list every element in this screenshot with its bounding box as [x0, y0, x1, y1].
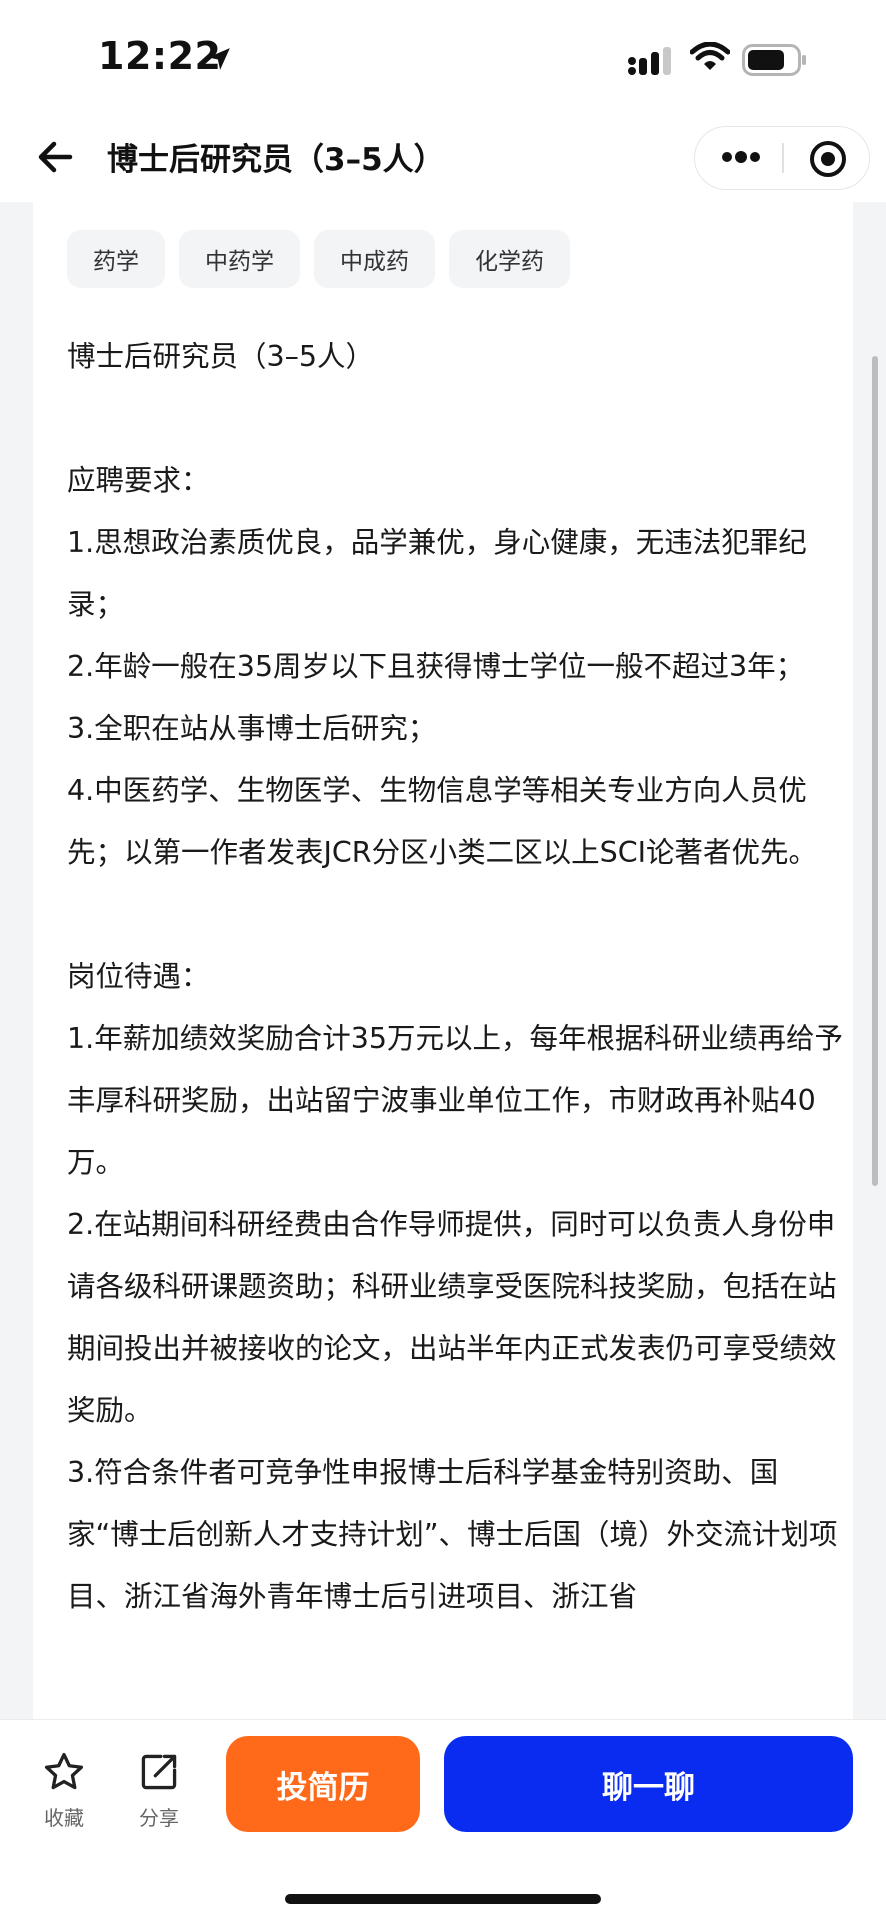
close-target-icon[interactable]	[809, 140, 847, 178]
home-indicator	[285, 1894, 601, 1904]
share-button[interactable]: 分享	[119, 1750, 199, 1831]
bottom-action-bar: 收藏 分享 投简历 聊一聊	[0, 1720, 886, 1920]
tag-list: 药学 中药学 中成药 化学药	[67, 230, 570, 288]
favorite-button[interactable]: 收藏	[24, 1750, 104, 1831]
mini-program-capsule	[694, 126, 870, 190]
job-detail-card: 药学 中药学 中成药 化学药 博士后研究员（3–5人） 应聘要求： 1.思想政治…	[33, 202, 853, 1720]
tag-chemical-drugs: 化学药	[449, 230, 570, 288]
star-icon	[44, 1752, 84, 1790]
status-bar: 12:22	[0, 0, 886, 120]
location-arrow-icon	[208, 48, 230, 70]
tag-pharmacy: 药学	[67, 230, 165, 288]
page-title: 博士后研究员（3–5人）	[107, 142, 445, 178]
cellular-signal-icon	[628, 47, 671, 75]
scrollbar[interactable]	[872, 356, 878, 1186]
favorite-label: 收藏	[44, 1806, 84, 1830]
share-icon	[141, 1754, 177, 1790]
capsule-divider	[782, 143, 784, 173]
more-dots-icon[interactable]	[721, 150, 761, 164]
share-label: 分享	[139, 1806, 179, 1830]
navigation-bar: 博士后研究员（3–5人）	[0, 120, 886, 202]
chat-button[interactable]: 聊一聊	[444, 1736, 853, 1832]
apply-resume-button[interactable]: 投简历	[226, 1736, 420, 1832]
wifi-icon	[690, 42, 730, 70]
tag-proprietary-chinese-medicine: 中成药	[314, 230, 435, 288]
battery-icon	[742, 44, 806, 76]
status-time: 12:22	[98, 34, 222, 78]
back-arrow-icon[interactable]	[34, 136, 76, 178]
job-description: 博士后研究员（3–5人） 应聘要求： 1.思想政治素质优良，品学兼优，身心健康，…	[67, 340, 843, 1613]
tag-tcm-pharmacy: 中药学	[179, 230, 300, 288]
